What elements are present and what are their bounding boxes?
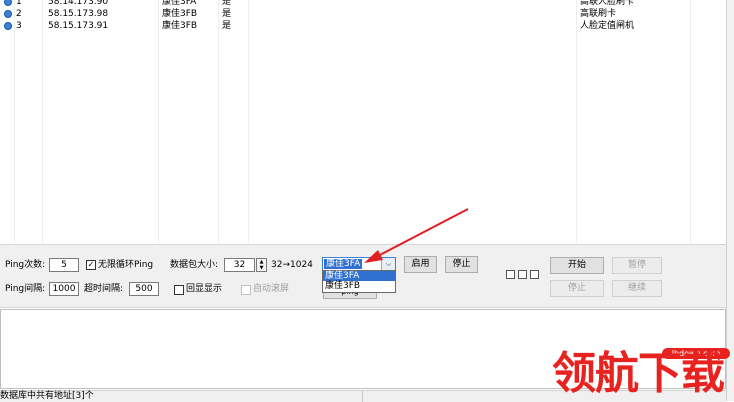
- row-brand: 康佳3FB: [162, 21, 198, 31]
- row-status: 是: [222, 9, 232, 19]
- indicator-box-2: [518, 270, 527, 279]
- row-index: 1: [16, 0, 22, 7]
- dropdown-option[interactable]: 康佳3FB: [323, 281, 395, 291]
- device-list[interactable]: 1 58.14.173.90 康佳3FA 是 高联人脸刷卡 2 58.15.17…: [0, 0, 727, 243]
- timeout-input[interactable]: 500: [129, 282, 159, 296]
- indicator-box-3: [530, 270, 539, 279]
- row-status: 是: [222, 21, 232, 31]
- row-brand: 康佳3FA: [162, 0, 197, 7]
- infinite-loop-checkbox[interactable]: ✓: [86, 260, 96, 270]
- packet-size-spinner[interactable]: ▲ ▼: [256, 258, 267, 272]
- indicator-box-1: [506, 270, 515, 279]
- row-ip: 58.14.173.90: [48, 0, 109, 7]
- grid-line: [42, 0, 43, 243]
- row-ip: 58.15.173.98: [48, 9, 109, 19]
- row-type: 高联人脸刷卡: [580, 0, 635, 7]
- status-divider: [362, 391, 363, 402]
- dropdown-option[interactable]: 康佳3FA: [323, 271, 395, 281]
- table-row[interactable]: 3 58.15.173.91 康佳3FB 是 人脸定值闸机: [0, 20, 726, 32]
- table-row[interactable]: 1 58.14.173.90 康佳3FA 是 高联人脸刷卡: [0, 0, 726, 8]
- ping-count-label: Ping次数:: [5, 260, 46, 270]
- start-button[interactable]: 开始: [550, 257, 604, 274]
- ping-count-input[interactable]: 5: [49, 258, 79, 272]
- autoscroll-checkbox[interactable]: [241, 285, 251, 295]
- row-type: 高联刷卡: [580, 9, 617, 19]
- ping-interval-label: Ping间隔:: [5, 284, 46, 294]
- grid-line: [690, 0, 691, 243]
- device-status-icon: [4, 10, 12, 18]
- table-row[interactable]: 2 58.15.173.98 康佳3FB 是 高联刷卡: [0, 8, 726, 20]
- continue-button[interactable]: 继续: [612, 280, 662, 297]
- stop-button-a[interactable]: 停止: [445, 256, 478, 273]
- enable-button[interactable]: 启用: [404, 256, 437, 273]
- right-scrollbar[interactable]: [726, 0, 734, 401]
- brand-select[interactable]: 康佳3FA ⌵: [322, 257, 396, 271]
- packet-range-hint: 32→1024: [271, 260, 313, 270]
- echo-checkbox[interactable]: [174, 285, 184, 295]
- grid-line: [576, 0, 577, 243]
- packet-size-input[interactable]: 32: [224, 258, 255, 272]
- row-ip: 58.15.173.91: [48, 21, 109, 31]
- row-brand: 康佳3FB: [162, 9, 198, 19]
- row-status: 是: [222, 0, 232, 7]
- ping-interval-input[interactable]: 1000: [49, 282, 79, 296]
- grid-line: [158, 0, 159, 243]
- brand-dropdown-list[interactable]: 康佳3FA 康佳3FB: [322, 270, 396, 293]
- timeout-label: 超时间隔:: [84, 284, 124, 294]
- watermark-logo: 领航下载: [552, 348, 725, 399]
- packet-size-label: 数据包大小:: [170, 260, 219, 270]
- chevron-down-icon[interactable]: ⌵: [381, 258, 395, 270]
- brand-selected-value: 康佳3FA: [324, 259, 363, 269]
- row-index: 3: [16, 21, 22, 31]
- grid-line: [248, 0, 249, 243]
- autoscroll-label: 自动滚屏: [253, 284, 290, 294]
- pause-button[interactable]: 暂停: [612, 257, 662, 274]
- device-status-icon: [4, 22, 12, 30]
- status-text: 数据库中共有地址[3]个: [0, 391, 94, 401]
- echo-label: 回显显示: [186, 284, 223, 294]
- row-index: 2: [16, 9, 22, 19]
- stop-button-b[interactable]: 停止: [550, 280, 604, 297]
- infinite-loop-label: 无限循环Ping: [98, 260, 154, 270]
- row-type: 人脸定值闸机: [580, 21, 635, 31]
- device-status-icon: [4, 0, 12, 6]
- grid-line: [14, 0, 15, 243]
- grid-line: [218, 0, 219, 243]
